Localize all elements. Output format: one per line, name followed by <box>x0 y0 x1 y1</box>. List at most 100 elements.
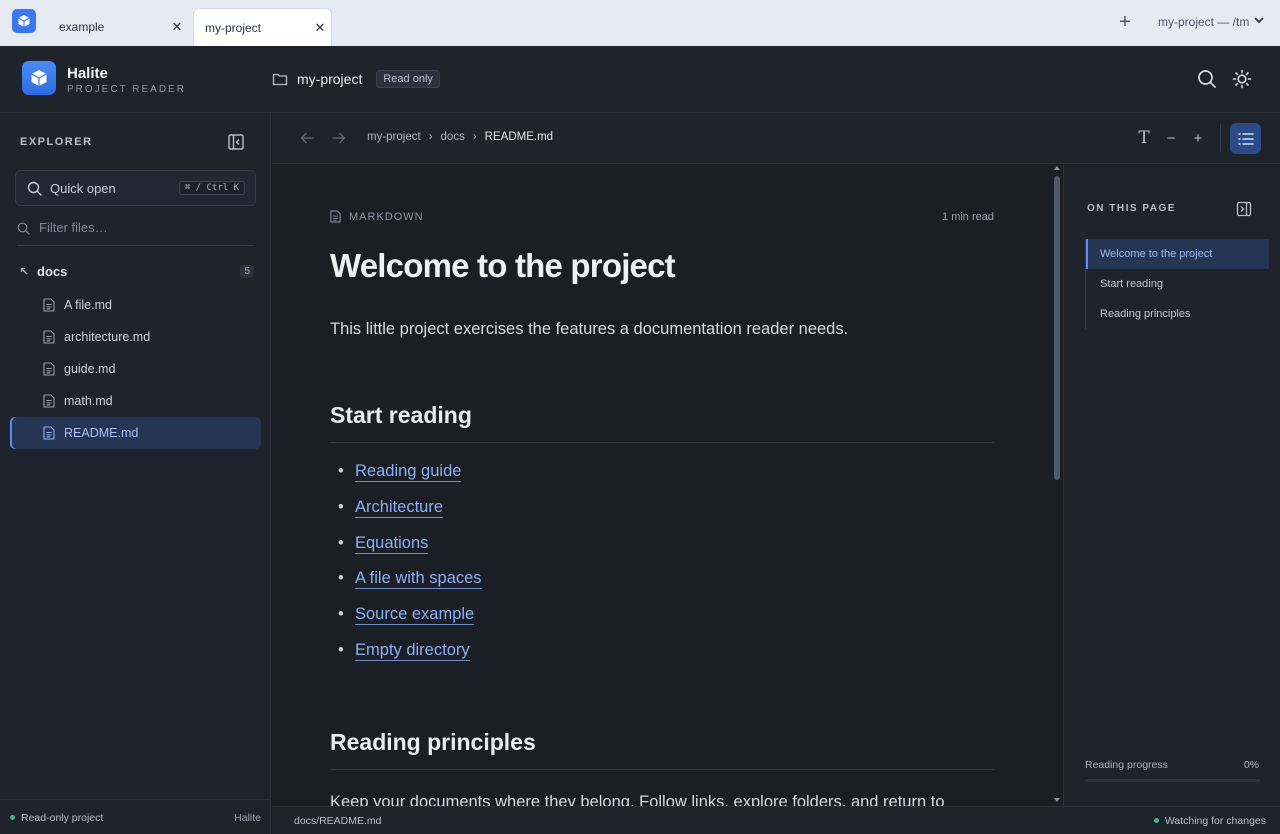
forward-arrow-icon[interactable] <box>331 130 347 146</box>
file-label: math.md <box>64 394 113 408</box>
quick-open-button[interactable]: Quick open ⌘ / Ctrl K <box>15 170 256 206</box>
link-source-example[interactable]: Source example <box>355 605 475 626</box>
tab-label: example <box>59 20 105 34</box>
bullet: • <box>338 605 344 624</box>
list-item: • Reading guide <box>330 462 482 498</box>
brand-subtitle: PROJECT READER <box>67 84 186 95</box>
file-icon <box>43 426 55 440</box>
list-icon <box>1237 132 1254 145</box>
bullet: • <box>338 462 344 480</box>
current-file-path: docs/README.md <box>294 815 382 827</box>
close-icon[interactable]: ✕ <box>166 19 188 35</box>
chevron-down-icon[interactable] <box>1253 14 1265 26</box>
link-list: • Reading guide • Architecture • Equations … <box>330 462 482 677</box>
file-label: guide.md <box>64 362 116 376</box>
chevron-right-icon: › <box>472 131 477 143</box>
file-label: A file.md <box>64 298 112 312</box>
browser-tab-strip: example ✕ my-project ✕ + my-project — /t… <box>0 0 1280 46</box>
font-settings-button[interactable]: T <box>1133 127 1155 149</box>
document-content: MARKDOWN 1 min read Welcome to the proje… <box>272 164 1062 806</box>
body-paragraph: Keep your documents where they belong. F… <box>330 793 945 806</box>
app-cube-icon[interactable] <box>12 9 36 33</box>
reading-progress-value: 0% <box>1243 759 1259 771</box>
brand-name: Halite <box>67 65 108 82</box>
scrollbar-thumb[interactable] <box>1054 176 1060 480</box>
scroll-down-arrow-icon[interactable] <box>1054 798 1060 802</box>
new-tab-button[interactable]: + <box>1114 10 1136 34</box>
toc-toggle-button[interactable] <box>1230 123 1261 154</box>
file-icon <box>330 210 341 223</box>
close-icon[interactable]: ✕ <box>309 20 331 36</box>
collapse-toc-icon[interactable] <box>1236 201 1252 217</box>
section-heading-start-reading: Start reading <box>330 402 994 443</box>
toc-item-welcome[interactable]: Welcome to the project <box>1086 239 1269 269</box>
quick-open-label: Quick open <box>50 180 116 196</box>
tab-label: my-project <box>205 20 262 35</box>
sun-icon[interactable] <box>1232 69 1252 89</box>
toc-list: Welcome to the project Start reading Rea… <box>1085 239 1269 329</box>
link-equations[interactable]: Equations <box>355 534 429 554</box>
breadcrumb-current-file: README.md <box>484 131 554 143</box>
breadcrumb: my-project › docs › README.md <box>367 131 553 143</box>
list-item: • Empty directory <box>330 641 482 677</box>
toc-item-start-reading[interactable]: Start reading <box>1086 269 1269 299</box>
search-icon <box>27 181 42 196</box>
status-dot <box>1153 818 1159 823</box>
sidebar-footer: Read-only project Halite <box>0 799 271 834</box>
file-item-guide[interactable]: guide.md <box>10 353 261 385</box>
search-icon[interactable] <box>1197 69 1217 89</box>
document-title: Welcome to the project <box>330 247 676 284</box>
browser-tab-example[interactable]: example ✕ <box>48 8 188 46</box>
window-title[interactable]: my-project — /tm <box>1158 15 1249 29</box>
read-only-badge: Read only <box>376 70 440 88</box>
document-toolbar: my-project › docs › README.md T − + <box>272 113 1280 164</box>
app-header: Halite PROJECT READER my-project Read on… <box>0 46 1280 113</box>
folder-docs[interactable]: docs 5 <box>20 261 254 281</box>
file-item-a-file[interactable]: A file.md <box>10 289 261 321</box>
decrease-font-button[interactable]: − <box>1160 127 1182 149</box>
toc-item-reading-principles[interactable]: Reading principles <box>1086 299 1269 329</box>
filter-files <box>17 220 254 246</box>
scroll-up-arrow-icon[interactable] <box>1054 166 1060 170</box>
read-time: 1 min read <box>942 211 994 223</box>
link-empty-directory[interactable]: Empty directory <box>355 641 470 661</box>
arrow-up-left-icon <box>20 267 28 275</box>
file-label: README.md <box>64 426 139 440</box>
bullet: • <box>338 533 344 552</box>
breadcrumb-folder[interactable]: docs <box>441 131 465 143</box>
keyboard-shortcut-hint: ⌘ / Ctrl K <box>178 181 245 195</box>
filter-files-input[interactable] <box>39 220 239 235</box>
folder-icon <box>272 73 288 86</box>
file-count-badge: 5 <box>240 264 254 278</box>
list-item: • Source example <box>330 605 482 641</box>
bullet: • <box>338 497 344 516</box>
file-item-architecture[interactable]: architecture.md <box>10 321 261 353</box>
bullet: • <box>338 569 344 588</box>
increase-font-button[interactable]: + <box>1187 127 1209 149</box>
reading-progress-label: Reading progress <box>1085 759 1168 771</box>
back-arrow-icon[interactable] <box>299 130 315 146</box>
section-heading-reading-principles: Reading principles <box>330 729 994 770</box>
document-scrollbar[interactable] <box>1052 164 1062 806</box>
table-of-contents-panel: ON THIS PAGE Welcome to the project Star… <box>1063 164 1280 806</box>
file-icon <box>43 298 55 312</box>
file-icon <box>43 362 55 376</box>
footer-brand: Halite <box>234 812 261 824</box>
file-label: architecture.md <box>64 330 151 344</box>
link-reading-guide[interactable]: Reading guide <box>355 462 462 482</box>
document-meta: MARKDOWN 1 min read <box>330 209 994 225</box>
explorer-title: EXPLORER <box>20 136 93 148</box>
breadcrumb-project[interactable]: my-project <box>367 131 421 143</box>
lead-paragraph: This little project exercises the featur… <box>330 320 849 338</box>
reading-progress-bar <box>1085 779 1260 782</box>
watch-status-label: Watching for changes <box>1164 815 1266 827</box>
file-item-math[interactable]: math.md <box>10 385 261 417</box>
collapse-sidebar-icon[interactable] <box>227 133 245 151</box>
chevron-right-icon: › <box>428 131 433 143</box>
link-architecture[interactable]: Architecture <box>355 498 444 518</box>
file-item-readme[interactable]: README.md <box>10 417 261 449</box>
project-indicator: my-project Read only <box>272 70 440 88</box>
status-bar: docs/README.md Watching for changes <box>272 806 1280 834</box>
browser-tab-my-project[interactable]: my-project ✕ <box>193 8 332 46</box>
link-file-with-spaces[interactable]: A file with spaces <box>355 569 482 590</box>
